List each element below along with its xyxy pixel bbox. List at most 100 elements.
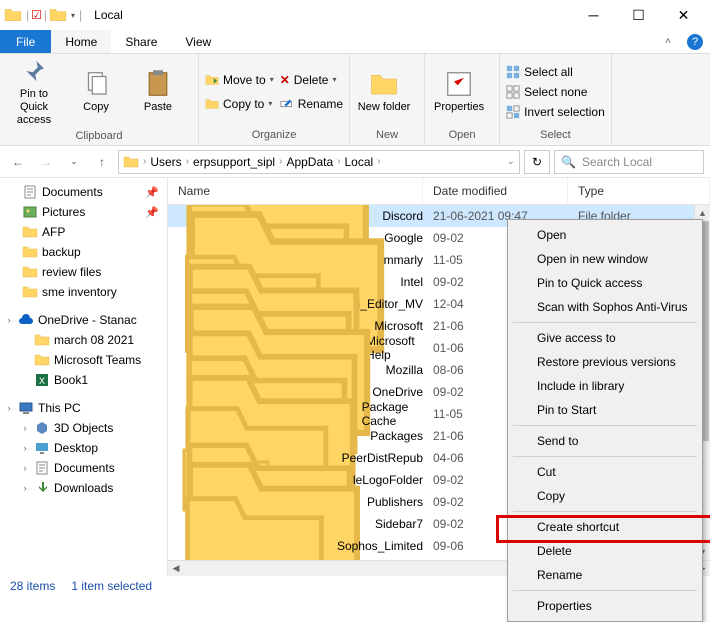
crumb-users[interactable]: Users	[150, 155, 181, 169]
svg-text:X: X	[39, 376, 45, 386]
refresh-button[interactable]: ↻	[524, 150, 550, 174]
context-menu-cut[interactable]: Cut	[511, 460, 699, 484]
context-menu-create-shortcut[interactable]: Create shortcut	[511, 515, 699, 539]
context-menu-pin-to-start[interactable]: Pin to Start	[511, 398, 699, 422]
chevron-right-icon[interactable]: ›	[20, 483, 30, 493]
ribbon-collapse-icon[interactable]: ˄	[656, 30, 680, 53]
close-button[interactable]: ✕	[661, 0, 706, 30]
ribbon-group-organize: Move to▾ Copy to▾ ✕Delete▾ Rename Organi…	[199, 54, 350, 145]
sidebar-item-sme-inventory[interactable]: sme inventory	[0, 282, 167, 302]
excel-icon: X	[34, 372, 50, 388]
sidebar-item-thispc[interactable]: › This PC	[0, 398, 167, 418]
chevron-down-icon[interactable]: ⌄	[507, 156, 515, 167]
paste-button[interactable]: Paste	[130, 69, 186, 114]
context-menu-send-to[interactable]: Send to	[511, 429, 699, 453]
chevron-right-icon[interactable]: ›	[20, 423, 30, 433]
up-button[interactable]: ↑	[90, 150, 114, 174]
sidebar-item-desktop[interactable]: ›Desktop	[0, 438, 167, 458]
chevron-right-icon[interactable]: ›	[4, 315, 14, 325]
context-menu-separator	[513, 590, 697, 591]
back-button[interactable]: ←	[6, 150, 30, 174]
select-none-button[interactable]: Select none	[506, 85, 605, 99]
copy-to-button[interactable]: Copy to▾	[205, 97, 274, 111]
sidebar-item-book1[interactable]: XBook1	[0, 370, 167, 390]
qa-checked-icon[interactable]: ☑	[31, 8, 42, 22]
chevron-right-icon[interactable]: ›	[4, 403, 14, 413]
pin-to-quick-access-button[interactable]: Pin to Quick access	[6, 56, 62, 128]
qa-dropdown-icon[interactable]: ▾	[71, 11, 75, 20]
recent-locations-button[interactable]: ⌄	[62, 150, 86, 174]
new-folder-button[interactable]: New folder	[356, 69, 412, 114]
minimize-button[interactable]: ─	[571, 0, 616, 30]
sidebar-item-3d-objects[interactable]: ›3D Objects	[0, 418, 167, 438]
maximize-button[interactable]: ☐	[616, 0, 661, 30]
invert-selection-button[interactable]: Invert selection	[506, 105, 605, 119]
context-menu-restore-previous-versions[interactable]: Restore previous versions	[511, 350, 699, 374]
search-placeholder: Search Local	[582, 155, 652, 169]
tab-view[interactable]: View	[171, 30, 225, 53]
context-menu-open[interactable]: Open	[511, 223, 699, 247]
sidebar-item-afp[interactable]: AFP	[0, 222, 167, 242]
select-all-icon	[506, 65, 520, 79]
context-menu-copy[interactable]: Copy	[511, 484, 699, 508]
pin-icon: 📌	[145, 206, 159, 219]
context-menu-separator	[513, 456, 697, 457]
sidebar-item-documents[interactable]: Documents📌	[0, 182, 167, 202]
sidebar-item-microsoft-teams[interactable]: Microsoft Teams	[0, 350, 167, 370]
delete-dropdown-button[interactable]: ✕Delete▾	[280, 73, 343, 87]
pin-icon	[19, 56, 49, 86]
move-to-button[interactable]: Move to▾	[205, 73, 274, 87]
sidebar-item-onedrive[interactable]: › OneDrive - Stanac	[0, 310, 167, 330]
forward-button[interactable]: →	[34, 150, 58, 174]
crumb-local[interactable]: Local	[344, 155, 373, 169]
context-menu-give-access-to[interactable]: Give access to	[511, 326, 699, 350]
context-menu-include-in-library[interactable]: Include in library	[511, 374, 699, 398]
pin-icon: 📌	[145, 186, 159, 199]
sidebar-item-downloads[interactable]: ›Downloads	[0, 478, 167, 498]
scroll-left-icon[interactable]: ◀	[168, 561, 184, 576]
column-header-date[interactable]: Date modified	[423, 178, 568, 204]
crumb-erpsupport[interactable]: erpsupport_sipl	[193, 155, 275, 169]
column-header-name[interactable]: Name	[168, 178, 423, 204]
search-input[interactable]: 🔍 Search Local	[554, 150, 704, 174]
delete-x-icon: ✕	[280, 73, 290, 87]
rename-button[interactable]: Rename	[280, 97, 343, 111]
column-header-type[interactable]: Type	[568, 178, 710, 204]
invert-icon	[506, 105, 520, 119]
documents-icon	[34, 460, 50, 476]
context-menu-rename[interactable]: Rename	[511, 563, 699, 587]
folder-icon	[34, 352, 50, 368]
select-all-button[interactable]: Select all	[506, 65, 605, 79]
sidebar-item-march-08-2021[interactable]: march 08 2021	[0, 330, 167, 350]
folder-icon-2	[49, 6, 67, 24]
help-icon: ?	[687, 34, 703, 50]
chevron-right-icon[interactable]: ›	[20, 463, 30, 473]
ribbon-group-clipboard: Pin to Quick access Copy Paste Clipboard	[0, 54, 199, 145]
sidebar-item-pictures[interactable]: Pictures📌	[0, 202, 167, 222]
open-group-label: Open	[449, 127, 476, 145]
sidebar-item-backup[interactable]: backup	[0, 242, 167, 262]
context-menu-pin-to-quick-access[interactable]: Pin to Quick access	[511, 271, 699, 295]
sidebar-item-review-files[interactable]: review files	[0, 262, 167, 282]
context-menu-open-in-new-window[interactable]: Open in new window	[511, 247, 699, 271]
file-menu[interactable]: File	[0, 30, 51, 53]
context-menu-scan-with-sophos-anti-virus[interactable]: Scan with Sophos Anti-Virus	[511, 295, 699, 319]
chevron-right-icon[interactable]: ›	[186, 156, 189, 167]
help-button[interactable]: ?	[680, 30, 710, 53]
column-headers: Name Date modified Type	[168, 178, 710, 205]
context-menu-delete[interactable]: Delete	[511, 539, 699, 563]
chevron-right-icon[interactable]: ›	[377, 156, 380, 167]
tab-home[interactable]: Home	[51, 30, 111, 53]
chevron-right-icon[interactable]: ›	[337, 156, 340, 167]
chevron-right-icon[interactable]: ›	[20, 443, 30, 453]
chevron-right-icon[interactable]: ›	[279, 156, 282, 167]
sidebar-item-documents[interactable]: ›Documents	[0, 458, 167, 478]
properties-button[interactable]: Properties	[431, 69, 487, 114]
copy-button[interactable]: Copy	[68, 69, 124, 114]
chevron-right-icon[interactable]: ›	[143, 156, 146, 167]
crumb-appdata[interactable]: AppData	[286, 155, 333, 169]
context-menu-properties[interactable]: Properties	[511, 594, 699, 618]
tab-share[interactable]: Share	[111, 30, 171, 53]
navigation-pane[interactable]: Documents📌Pictures📌AFPbackupreview files…	[0, 178, 168, 576]
breadcrumb[interactable]: › Users › erpsupport_sipl › AppData › Lo…	[118, 150, 520, 174]
